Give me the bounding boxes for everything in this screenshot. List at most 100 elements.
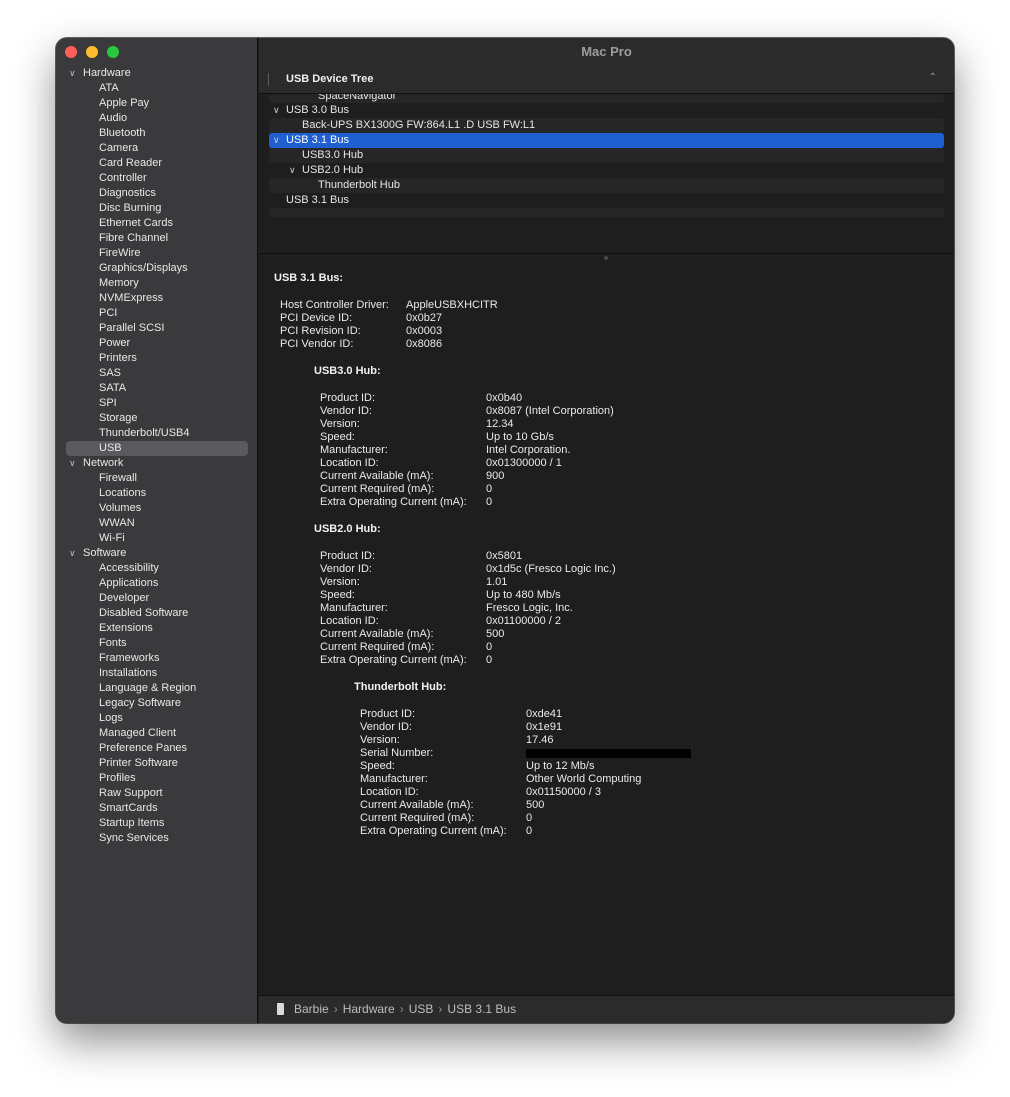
sidebar-item-thunderbolt-usb4[interactable]: Thunderbolt/USB4 [56,426,258,441]
sidebar-item-diagnostics[interactable]: Diagnostics [56,186,258,201]
sidebar-item-spi[interactable]: SPI [56,396,258,411]
sidebar-item-disabled-software[interactable]: Disabled Software [56,606,258,621]
tree-row-usb20-hub[interactable]: ∨ USB2.0 Hub [269,163,944,178]
property-value: Intel Corporation. [486,444,571,456]
sidebar-item-smartcards[interactable]: SmartCards [56,801,258,816]
sidebar-item-profiles[interactable]: Profiles [56,771,258,786]
sidebar-item-volumes[interactable]: Volumes [56,501,258,516]
chevron-down-icon[interactable]: ∨ [273,103,280,118]
property-value: 0 [486,496,493,508]
sidebar-item-sas[interactable]: SAS [56,366,258,381]
property-key: PCI Device ID: [280,312,353,324]
sidebar-item-nvmexpress[interactable]: NVMExpress [56,291,258,306]
sidebar-item-language-region[interactable]: Language & Region [56,681,258,696]
sidebar-item-printers[interactable]: Printers [56,351,258,366]
tree-row-spacenavigator[interactable]: SpaceNavigator [269,94,944,103]
sidebar-item-fonts[interactable]: Fonts [56,636,258,651]
usb30-hub-title: USB3.0 Hub: [314,365,381,377]
breadcrumb-item-usb31-bus[interactable]: USB 3.1 Bus [447,1002,516,1016]
sidebar-item-ethernet-cards[interactable]: Ethernet Cards [56,216,258,231]
sidebar-item-startup-items[interactable]: Startup Items [56,816,258,831]
sidebar-item-sata[interactable]: SATA [56,381,258,396]
property-key: Current Available (mA): [320,470,434,482]
sidebar-item-legacy-software[interactable]: Legacy Software [56,696,258,711]
sidebar-item-ata[interactable]: ATA [56,81,258,96]
sidebar-item-preference-panes[interactable]: Preference Panes [56,741,258,756]
redacted-serial-number [526,749,691,758]
property-row: Version: 12.34 [320,418,614,431]
sidebar-item-firewire[interactable]: FireWire [56,246,258,261]
sidebar-item-apple-pay[interactable]: Apple Pay [56,96,258,111]
sidebar-item-parallel-scsi[interactable]: Parallel SCSI [56,321,258,336]
tree-row-usb31-bus-selected[interactable]: ∨ USB 3.1 Bus [269,133,944,148]
property-row: Current Required (mA): 0 [320,641,616,654]
sidebar: ∨ Hardware ATA Apple Pay Audio Bluetooth Camer… [56,38,258,1023]
splitter-grip-icon[interactable] [604,256,608,260]
sidebar-item-storage[interactable]: Storage [56,411,258,426]
property-row: Manufacturer: Other World Computing [360,773,691,786]
property-key: Extra Operating Current (mA): [360,825,507,837]
property-key: Current Available (mA): [360,799,474,811]
chevron-down-icon[interactable]: ∨ [289,163,296,178]
zoom-window-button[interactable] [107,46,119,58]
close-window-button[interactable] [65,46,77,58]
sidebar-item-installations[interactable]: Installations [56,666,258,681]
sidebar-item-memory[interactable]: Memory [56,276,258,291]
sidebar-group-software[interactable]: ∨ Software [56,546,258,561]
sidebar-item-frameworks[interactable]: Frameworks [56,651,258,666]
tree-row-empty [269,208,944,217]
thunderbolt-hub-title: Thunderbolt Hub: [354,681,447,693]
sidebar-item-bluetooth[interactable]: Bluetooth [56,126,258,141]
tree-row-usb30-bus[interactable]: ∨ USB 3.0 Bus [269,103,944,118]
sidebar-item-audio[interactable]: Audio [56,111,258,126]
property-key: Vendor ID: [320,405,372,417]
sidebar-item-printer-software[interactable]: Printer Software [56,756,258,771]
sidebar-item-disc-burning[interactable]: Disc Burning [56,201,258,216]
sidebar-item-usb[interactable]: USB [66,441,248,456]
header-divider [268,73,269,86]
tree-row-label: USB3.0 Hub [302,149,364,161]
sidebar-item-accessibility[interactable]: Accessibility [56,561,258,576]
sidebar-item-wi-fi[interactable]: Wi-Fi [56,531,258,546]
sidebar-item-graphics-displays[interactable]: Graphics/Displays [56,261,258,276]
property-value: 0x0b40 [486,392,523,404]
sidebar-group-hardware[interactable]: ∨ Hardware [56,66,258,81]
sidebar-item-applications[interactable]: Applications [56,576,258,591]
sidebar-item-managed-client[interactable]: Managed Client [56,726,258,741]
breadcrumb-item-usb[interactable]: USB [409,1002,434,1016]
property-key: Manufacturer: [360,773,428,785]
property-value: 0x01150000 / 3 [526,786,602,798]
sidebar-item-controller[interactable]: Controller [56,171,258,186]
property-row: PCI Vendor ID: 0x8086 [280,338,498,351]
sidebar-item-card-reader[interactable]: Card Reader [56,156,258,171]
device-tree-header[interactable]: USB Device Tree ⌃ [259,66,954,94]
chevron-down-icon[interactable]: ∨ [69,456,76,471]
sidebar-item-sync-services[interactable]: Sync Services [56,831,258,846]
sidebar-item-developer[interactable]: Developer [56,591,258,606]
chevron-down-icon[interactable]: ∨ [273,133,280,148]
minimize-window-button[interactable] [86,46,98,58]
sidebar-item-power[interactable]: Power [56,336,258,351]
sidebar-item-pci[interactable]: PCI [56,306,258,321]
property-key: Version: [320,576,360,588]
sidebar-item-extensions[interactable]: Extensions [56,621,258,636]
sidebar-item-fibre-channel[interactable]: Fibre Channel [56,231,258,246]
sidebar-item-wwan[interactable]: WWAN [56,516,258,531]
chevron-down-icon[interactable]: ∨ [69,546,76,561]
breadcrumb-item-hardware[interactable]: Hardware [343,1002,395,1016]
chevron-down-icon[interactable]: ∨ [69,66,76,81]
tree-row-usb30-hub[interactable]: USB3.0 Hub [269,148,944,163]
tree-row-thunderbolt-hub[interactable]: Thunderbolt Hub [269,178,944,193]
collapse-up-icon[interactable]: ⌃ [929,72,937,83]
pane-splitter[interactable] [259,253,954,263]
breadcrumb-item-computer[interactable]: Barbie [294,1002,329,1016]
sidebar-item-raw-support[interactable]: Raw Support [56,786,258,801]
sidebar-item-locations[interactable]: Locations [56,486,258,501]
property-row: Location ID: 0x01150000 / 3 [360,786,691,799]
sidebar-group-network[interactable]: ∨ Network [56,456,258,471]
sidebar-item-logs[interactable]: Logs [56,711,258,726]
tree-row-usb31-bus-2[interactable]: USB 3.1 Bus [269,193,944,208]
tree-row-back-ups[interactable]: Back-UPS BX1300G FW:864.L1 .D USB FW:L1 [269,118,944,133]
sidebar-item-camera[interactable]: Camera [56,141,258,156]
sidebar-item-firewall[interactable]: Firewall [56,471,258,486]
